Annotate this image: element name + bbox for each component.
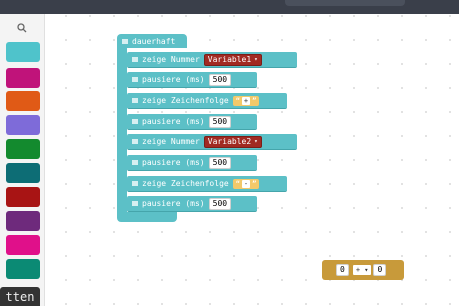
forever-block-arm	[117, 48, 127, 212]
statement-block[interactable]: zeige Zeichenfolge “-”	[127, 176, 287, 192]
number-input[interactable]: 500	[208, 115, 232, 128]
variable-dropdown[interactable]: Variable2 ▾	[203, 135, 262, 148]
grip-icon	[132, 181, 138, 186]
search-icon[interactable]	[2, 18, 42, 38]
number-input[interactable]: 500	[208, 197, 232, 210]
statement-block[interactable]: pausiere (ms) 500	[127, 72, 257, 88]
forever-block[interactable]: dauerhaft	[117, 34, 187, 48]
grip-icon	[132, 160, 138, 165]
statement-block[interactable]: zeige Nummer Variable1 ▾	[127, 52, 297, 68]
grip-icon	[122, 38, 128, 44]
grip-icon	[132, 77, 138, 82]
category-music[interactable]	[6, 91, 40, 111]
statement-block[interactable]: zeige Zeichenfolge “+”	[127, 93, 287, 109]
math-operator-label: +	[355, 266, 361, 274]
math-left-operand[interactable]: 0	[336, 264, 349, 276]
category-radio[interactable]	[6, 139, 40, 159]
quote-close: ”	[252, 96, 257, 105]
variable-dropdown[interactable]: Variable1 ▾	[203, 53, 262, 66]
category-input[interactable]	[6, 68, 40, 88]
category-led[interactable]	[6, 115, 40, 135]
statement-block[interactable]: pausiere (ms) 500	[127, 114, 257, 130]
quote-open: “	[235, 179, 240, 188]
statement-block[interactable]: pausiere (ms) 500	[127, 196, 257, 212]
statement-label: zeige Nummer	[142, 55, 200, 64]
chevron-down-icon: ▾	[254, 138, 258, 145]
toolbox-bottom-label[interactable]: tten	[0, 287, 40, 306]
quote-close: ”	[252, 179, 257, 188]
forever-block-foot	[117, 212, 177, 222]
math-right-operand[interactable]: 0	[373, 264, 387, 276]
statement-label: pausiere (ms)	[142, 199, 205, 208]
category-logic[interactable]	[6, 187, 40, 207]
grip-icon	[132, 119, 138, 124]
category-advanced[interactable]	[6, 259, 40, 279]
string-value[interactable]: -	[241, 179, 251, 188]
forever-label: dauerhaft	[132, 36, 176, 46]
statement-label: zeige Nummer	[142, 137, 200, 146]
number-input[interactable]: 500	[208, 73, 232, 86]
category-loops[interactable]	[6, 163, 40, 183]
grip-icon	[132, 57, 138, 62]
variable-name: Variable1	[207, 55, 252, 64]
grip-icon	[132, 201, 138, 206]
chevron-down-icon: ▾	[254, 56, 258, 63]
math-add-block[interactable]: 0 + ▾ 0	[322, 260, 404, 280]
category-basic[interactable]	[6, 42, 40, 62]
statement-label: zeige Zeichenfolge	[142, 179, 229, 188]
statement-block[interactable]: pausiere (ms) 500	[127, 155, 257, 171]
math-operator-dropdown[interactable]: + ▾	[352, 265, 372, 275]
number-input[interactable]: 500	[208, 156, 232, 169]
toolbox	[0, 14, 45, 306]
statement-label: pausiere (ms)	[142, 117, 205, 126]
top-bar	[0, 0, 459, 14]
chevron-down-icon: ▾	[364, 266, 369, 274]
grip-icon	[132, 139, 138, 144]
grip-icon	[132, 98, 138, 103]
category-math[interactable]	[6, 235, 40, 255]
variable-name: Variable2	[207, 137, 252, 146]
statement-label: pausiere (ms)	[142, 158, 205, 167]
string-input[interactable]: “-”	[232, 178, 260, 189]
category-variables[interactable]	[6, 211, 40, 231]
string-input[interactable]: “+”	[232, 95, 260, 106]
search-icon-glyph	[17, 23, 27, 33]
statement-label: zeige Zeichenfolge	[142, 96, 229, 105]
string-value[interactable]: +	[241, 96, 251, 105]
top-bar-tab[interactable]	[285, 0, 405, 6]
statement-block[interactable]: zeige Nummer Variable2 ▾	[127, 134, 297, 150]
statement-label: pausiere (ms)	[142, 75, 205, 84]
quote-open: “	[235, 96, 240, 105]
